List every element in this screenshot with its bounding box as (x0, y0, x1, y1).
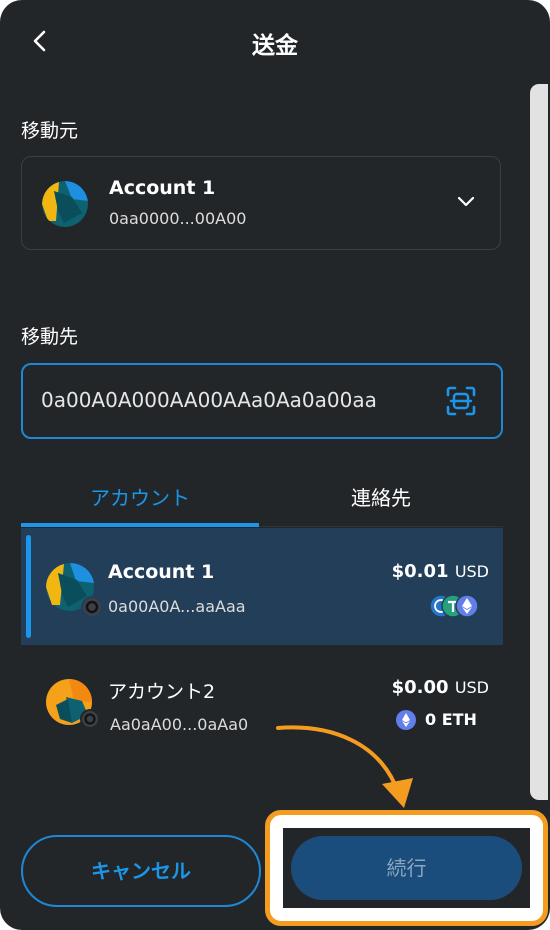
highlight-inner: 続行 (283, 828, 530, 908)
recipient-address-input[interactable]: 0a00A0A000AA00AAa0Aa0a00aa (21, 363, 503, 439)
highlight-frame: 続行 (265, 810, 548, 926)
account-avatar-icon (46, 679, 100, 729)
balance-currency: USD (454, 562, 489, 581)
qr-scan-icon[interactable] (445, 385, 477, 417)
account-balance: $0.00 USD (392, 677, 489, 698)
tab-accounts-label: アカウント (90, 486, 190, 510)
send-screen: 送金 移動元 Account 1 0aa0000...00A00 移動先 0a0… (0, 0, 550, 930)
scrollbar[interactable] (530, 84, 548, 800)
account-address: Aa0aA00...0aAa0 (110, 715, 249, 734)
from-account-name: Account 1 (109, 177, 216, 199)
account-avatar-icon (46, 562, 103, 618)
tab-accounts[interactable]: アカウント (21, 470, 259, 526)
account-row-account-1[interactable]: Account 1 0a00A0A...aaAaa $0.01 USD (21, 528, 503, 645)
from-account-selector[interactable]: Account 1 0aa0000...00A00 (21, 156, 501, 250)
account-balance: $0.01 USD (392, 561, 489, 582)
chevron-down-icon[interactable] (456, 195, 476, 209)
selected-indicator (26, 535, 31, 638)
account-name: Account 1 (108, 561, 215, 583)
account-address: 0a00A0A...aaAaa (108, 597, 246, 616)
cancel-button[interactable]: キャンセル (21, 835, 261, 907)
tab-contacts[interactable]: 連絡先 (259, 470, 503, 526)
balance-value: $0.00 (391, 677, 449, 698)
from-label: 移動元 (21, 120, 79, 142)
annotation-arrow-icon (276, 725, 413, 808)
recipient-address-value: 0a00A0A000AA00AAa0Aa0a00aa (41, 388, 377, 412)
active-tab-indicator (21, 523, 259, 527)
tab-divider (259, 526, 503, 527)
token-icons (429, 594, 479, 618)
eth-icon (455, 594, 479, 618)
balance-value: $0.01 (391, 561, 449, 582)
account-name: アカウント2 (108, 681, 216, 703)
to-label: 移動先 (21, 326, 79, 348)
balance-currency: USD (454, 678, 489, 697)
tab-contacts-label: 連絡先 (351, 486, 411, 510)
page-title: 送金 (252, 33, 298, 59)
account-row-account-2[interactable]: アカウント2 Aa0aA00...0aAa0 $0.00 USD 0 ETH (21, 648, 503, 752)
continue-button[interactable]: 続行 (291, 836, 522, 900)
header: 送金 (0, 0, 550, 84)
account-avatar-icon (42, 181, 88, 227)
token-balance: 0 ETH (425, 710, 477, 729)
from-account-address: 0aa0000...00A00 (109, 209, 247, 228)
